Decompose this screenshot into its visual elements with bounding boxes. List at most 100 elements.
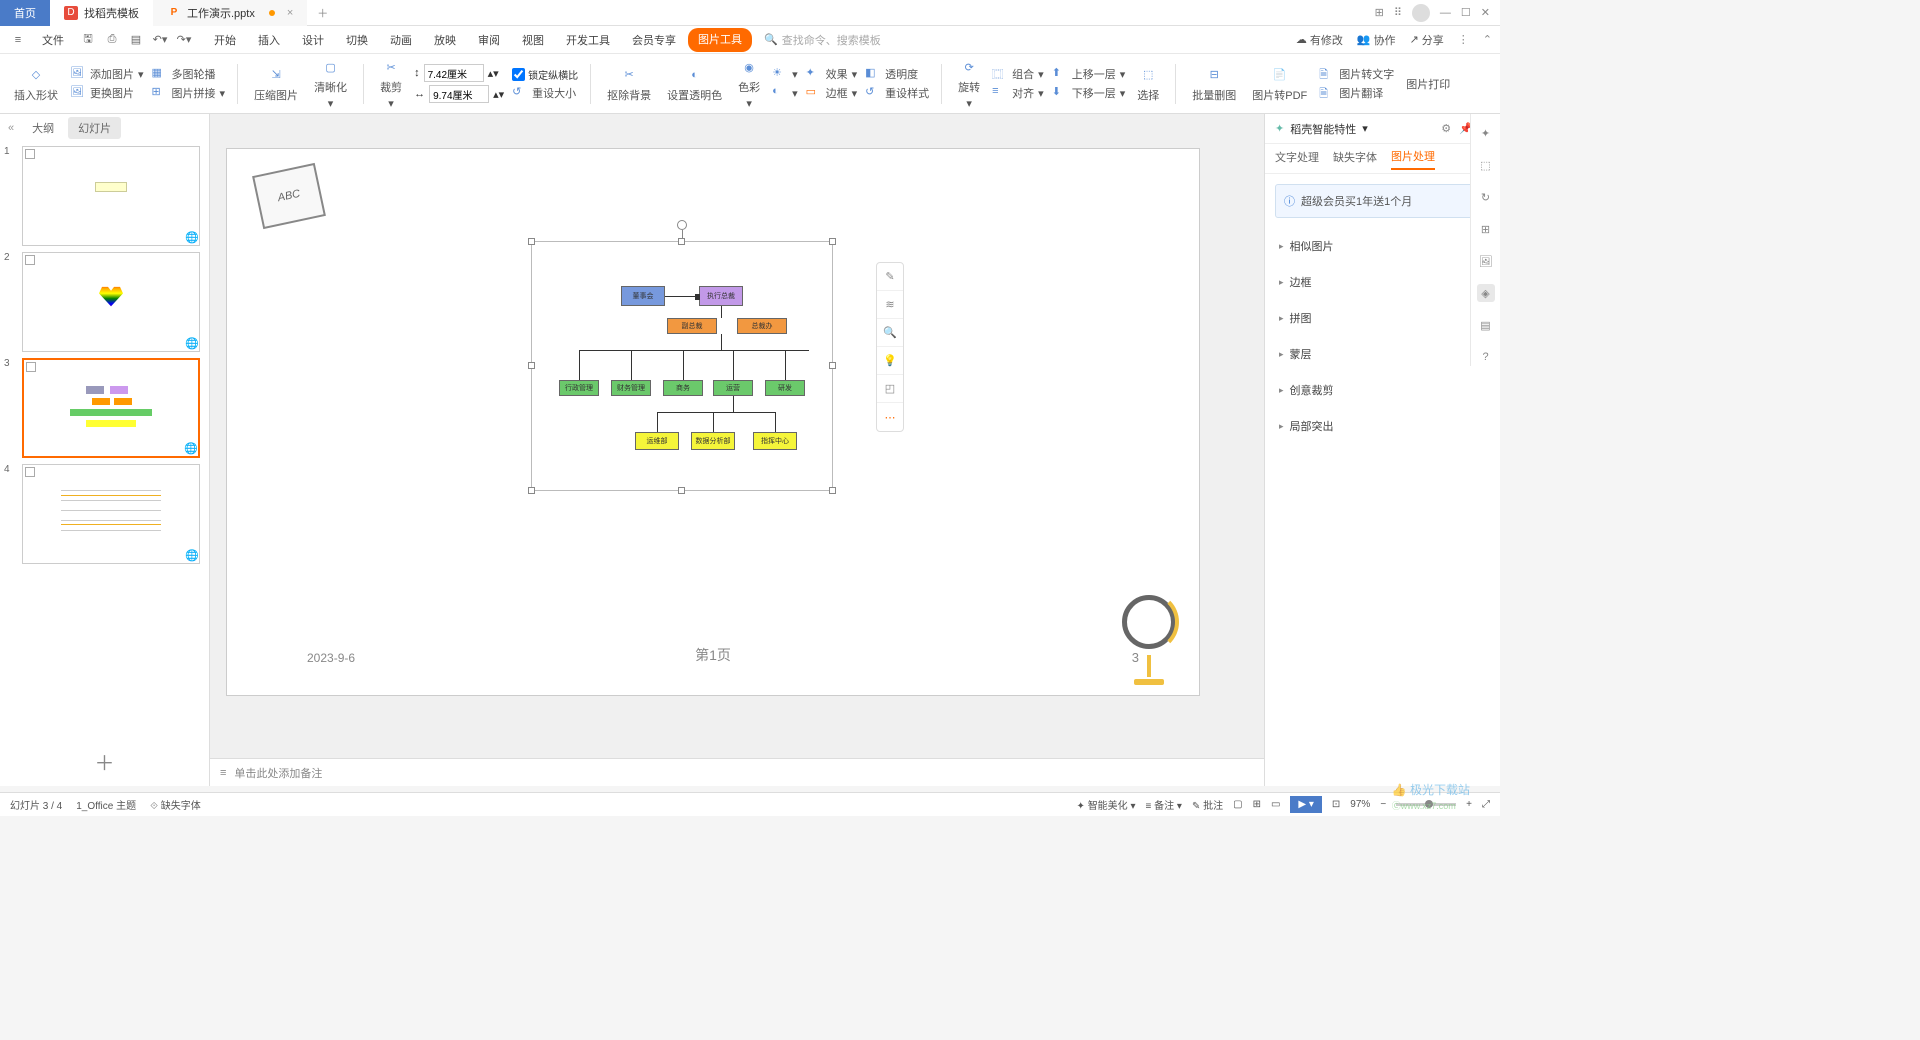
to-pdf[interactable]: 📄图片转PDF xyxy=(1248,63,1311,105)
crop[interactable]: ✂裁剪▾ xyxy=(376,55,406,112)
rp-border[interactable]: ▸边框 xyxy=(1275,264,1490,300)
to-text[interactable]: 🗎图片转文字 xyxy=(1319,66,1394,82)
tab-slideshow[interactable]: 放映 xyxy=(424,28,466,52)
view-reading-icon[interactable]: ▭ xyxy=(1271,799,1280,810)
image-splice[interactable]: ⊞图片拼接▾ xyxy=(152,85,226,101)
handle-tl[interactable] xyxy=(528,238,535,245)
save-icon[interactable]: 🖫 xyxy=(78,30,98,50)
clarity[interactable]: ▢清晰化▾ xyxy=(310,55,351,112)
view-normal-icon[interactable]: ▢ xyxy=(1233,799,1242,810)
float-layers[interactable]: ≋ xyxy=(877,291,903,319)
tab-review[interactable]: 审阅 xyxy=(468,28,510,52)
tab-close[interactable]: × xyxy=(287,7,293,19)
edge-layout-icon[interactable]: ⊞ xyxy=(1477,220,1495,238)
theme-label[interactable]: 1_Office 主题 xyxy=(76,797,136,812)
set-transparent[interactable]: ◐设置透明色 xyxy=(663,63,726,105)
rp-collage[interactable]: ▸拼图 xyxy=(1275,300,1490,336)
tab-templates[interactable]: D 找稻壳模板 xyxy=(50,0,153,26)
notes-toggle[interactable]: ≡ 备注 ▾ xyxy=(1146,797,1182,812)
brightness[interactable]: ☀▾ xyxy=(772,66,798,82)
canvas[interactable]: ABC 董事会 执行总裁 副总裁 总裁办 xyxy=(210,114,1264,786)
height-input[interactable] xyxy=(424,64,484,82)
edge-image-icon[interactable]: 🖼 xyxy=(1477,252,1495,270)
reset-size[interactable]: ↺重设大小 xyxy=(512,85,578,101)
comments-toggle[interactable]: ✎ 批注 xyxy=(1192,797,1223,812)
border[interactable]: ▭边框▾ xyxy=(806,85,858,101)
print-image[interactable]: 图片打印 xyxy=(1402,74,1454,94)
compress-image[interactable]: ⇲压缩图片 xyxy=(250,63,302,105)
share[interactable]: ↗分享 xyxy=(1410,32,1444,48)
insert-shape[interactable]: ◇插入形状 xyxy=(10,63,62,105)
up-layer[interactable]: ⬆上移一层▾ xyxy=(1052,66,1126,82)
menu-icon[interactable]: ≡ xyxy=(8,30,28,50)
handle-ml[interactable] xyxy=(528,362,535,369)
thumb-3[interactable]: 🌐 xyxy=(22,358,200,458)
float-zoom[interactable]: 🔍 xyxy=(877,319,903,347)
tab-insert[interactable]: 插入 xyxy=(248,28,290,52)
undo-icon[interactable]: ↶▾ xyxy=(150,30,170,50)
edge-anim-icon[interactable]: ↻ xyxy=(1477,188,1495,206)
edge-ai-icon[interactable]: ✦ xyxy=(1477,124,1495,142)
tab-animation[interactable]: 动画 xyxy=(380,28,422,52)
tab-document[interactable]: P 工作演示.pptx × xyxy=(153,0,307,26)
file-menu[interactable]: 文件 xyxy=(32,28,74,52)
thumb-2[interactable]: 🌐 xyxy=(22,252,200,352)
rp-similar[interactable]: ▸相似图片 xyxy=(1275,228,1490,264)
maximize-icon[interactable]: ☐ xyxy=(1461,6,1471,19)
float-crop[interactable]: ◰ xyxy=(877,375,903,403)
rp-tab-text[interactable]: 文字处理 xyxy=(1275,149,1319,169)
notes-bar[interactable]: ≡ 单击此处添加备注 xyxy=(210,758,1264,786)
cooperate[interactable]: 👥协作 xyxy=(1357,32,1396,48)
translate[interactable]: 🗎图片翻译 xyxy=(1319,85,1394,101)
minimize-icon[interactable]: — xyxy=(1440,7,1451,19)
tab-design[interactable]: 设计 xyxy=(292,28,334,52)
thumb-1[interactable]: 🌐 xyxy=(22,146,200,246)
tab-devtools[interactable]: 开发工具 xyxy=(556,28,620,52)
settings-icon[interactable]: ⚙ xyxy=(1441,122,1451,135)
handle-bm[interactable] xyxy=(678,487,685,494)
align[interactable]: ≡对齐▾ xyxy=(992,85,1044,101)
rp-tab-font[interactable]: 缺失字体 xyxy=(1333,149,1377,169)
collapse-ribbon-icon[interactable]: ⌃ xyxy=(1483,33,1492,46)
color[interactable]: ◉色彩▾ xyxy=(734,55,764,112)
preview-icon[interactable]: ▤ xyxy=(126,30,146,50)
width-input[interactable] xyxy=(429,85,489,103)
down-layer[interactable]: ⬇下移一层▾ xyxy=(1052,85,1126,101)
handle-bl[interactable] xyxy=(528,487,535,494)
beautify-button[interactable]: ✦ 智能美化 ▾ xyxy=(1077,797,1136,812)
add-image[interactable]: 🖼添加图片▾ xyxy=(70,66,144,82)
lock-ratio[interactable]: 锁定纵横比 xyxy=(512,67,578,82)
zoom-level[interactable]: 97% xyxy=(1350,799,1370,810)
change-image[interactable]: 🖼更换图片 xyxy=(70,85,144,101)
edge-style-icon[interactable]: ⬚ xyxy=(1477,156,1495,174)
effect[interactable]: ✦效果▾ xyxy=(806,66,858,82)
edge-template-icon[interactable]: ▤ xyxy=(1477,316,1495,334)
view-sorter-icon[interactable]: ⊞ xyxy=(1253,799,1261,810)
rotate-handle[interactable] xyxy=(677,220,687,230)
float-idea[interactable]: 💡 xyxy=(877,347,903,375)
play-button[interactable]: ▶ ▾ xyxy=(1290,796,1322,813)
batch-delete[interactable]: ⊟批量删图 xyxy=(1188,63,1240,105)
handle-tm[interactable] xyxy=(678,238,685,245)
float-edit[interactable]: ✎ xyxy=(877,263,903,291)
apps-icon[interactable]: ⠿ xyxy=(1394,6,1402,19)
more-icon[interactable]: ⋮ xyxy=(1458,33,1469,46)
tab-slides[interactable]: 幻灯片 xyxy=(68,117,121,139)
zoom-out-icon[interactable]: − xyxy=(1380,799,1386,810)
tab-member[interactable]: 会员专享 xyxy=(622,28,686,52)
handle-tr[interactable] xyxy=(829,238,836,245)
fullscreen-icon[interactable]: ⤢ xyxy=(1482,799,1490,810)
tab-view[interactable]: 视图 xyxy=(512,28,554,52)
rotate[interactable]: ⟳旋转▾ xyxy=(954,55,984,112)
float-more[interactable]: ⋯ xyxy=(877,403,903,431)
reset-style[interactable]: ↺重设样式 xyxy=(865,85,929,101)
tab-add[interactable]: ＋ xyxy=(307,5,338,21)
tab-transition[interactable]: 切换 xyxy=(336,28,378,52)
select[interactable]: ⬚选择 xyxy=(1133,63,1163,105)
rp-tab-image[interactable]: 图片处理 xyxy=(1391,148,1435,170)
pending-changes[interactable]: ☁有修改 xyxy=(1296,32,1343,48)
contrast[interactable]: ◐▾ xyxy=(772,85,798,101)
avatar-icon[interactable] xyxy=(1412,4,1430,22)
tab-home[interactable]: 首页 xyxy=(0,0,50,26)
edge-help-icon[interactable]: ? xyxy=(1477,348,1495,366)
